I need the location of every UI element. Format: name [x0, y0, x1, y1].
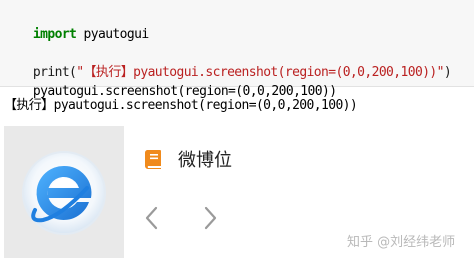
weibo-row: 微博位: [144, 146, 236, 172]
weibo-label: 微博位: [178, 150, 232, 171]
chevron-left-icon[interactable]: [142, 204, 162, 232]
watermark: 知乎 @刘经纬老师: [347, 235, 456, 250]
code-line-screenshot: pyautogui.screenshot(region=(0,0,200,100…: [4, 62, 337, 99]
screenshot-output-image: 微博位 知乎 @刘经纬老师: [4, 126, 472, 258]
screenshot-left-panel: [4, 126, 124, 258]
code-line-import: import pyautogui: [4, 5, 149, 42]
book-icon: [144, 148, 164, 170]
ie-e-logo-icon: [21, 150, 107, 236]
code-line-print: print("【执行】pyautogui.screenshot(region=(…: [4, 43, 452, 80]
chevron-right-icon[interactable]: [200, 204, 220, 232]
import-keyword: import: [32, 27, 77, 42]
screenshot-right-panel: 微博位 知乎 @刘经纬老师: [124, 126, 472, 258]
print-close: ): [443, 65, 452, 80]
module-name: pyautogui: [76, 27, 150, 42]
code-cell[interactable]: import pyautogui print("【执行】pyautogui.sc…: [0, 0, 474, 99]
output-text: 【执行】pyautogui.screenshot(region=(0,0,200…: [4, 98, 358, 113]
